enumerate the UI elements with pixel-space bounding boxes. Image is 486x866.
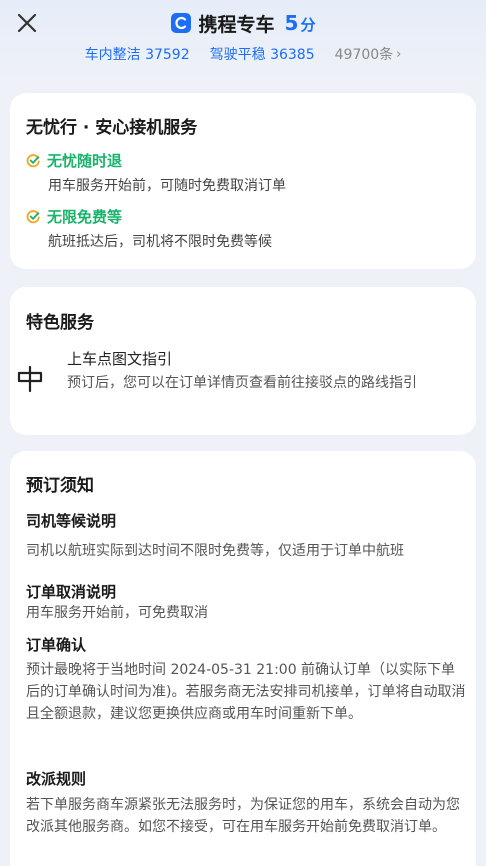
service-item-desc: 预订后，您可以在订单详情页查看前往接驳点的路线指引 bbox=[67, 375, 417, 391]
special-service-card: 特色服务 上车点图文指引 预订后，您可以在订单详情页查看前往接驳点的路线指引 bbox=[10, 287, 476, 435]
score-value: 5 bbox=[284, 11, 299, 35]
check-icon bbox=[26, 210, 40, 224]
notice-section-title: 司机等候说明 bbox=[26, 512, 117, 530]
notice-section-text: 用车服务开始前，可免费取消 bbox=[26, 605, 208, 621]
special-service-title: 特色服务 bbox=[26, 313, 94, 333]
rating-score: 5 分 bbox=[285, 11, 316, 35]
service-guarantee-card: 无忧行 · 安心接机服务 无忧随时退 用车服务开始前，可随时免费取消订单 无限免… bbox=[10, 93, 476, 269]
stat-smooth-driving: 驾驶平稳 36385 bbox=[209, 47, 315, 63]
notice-section-text: 若下单服务商车源紧张无法服务时，为保证您的用车，系统会自动为您改派其他服务商。如… bbox=[26, 797, 460, 835]
check-icon bbox=[26, 154, 40, 168]
feature-desc: 航班抵达后，司机将不限时免费等候 bbox=[48, 234, 272, 250]
title-row: 携程专车 5 分 bbox=[0, 8, 486, 38]
feature-free-wait: 无限免费等 航班抵达后，司机将不限时免费等候 bbox=[26, 206, 272, 251]
page-title: 携程专车 bbox=[198, 13, 275, 36]
feature-desc: 用车服务开始前，可随时免费取消订单 bbox=[48, 178, 286, 194]
brand-logo-icon bbox=[170, 13, 191, 33]
route-guide-icon bbox=[17, 365, 43, 393]
stat-cleanliness: 车内整洁 37592 bbox=[84, 47, 190, 63]
score-unit: 分 bbox=[300, 16, 316, 34]
notice-section-title: 订单确认 bbox=[26, 636, 87, 654]
notice-section-title: 改派规则 bbox=[26, 770, 87, 788]
header: 携程专车 5 分 车内整洁 37592 驾驶平稳 36385 49700条 › bbox=[0, 0, 486, 82]
review-count: 49700条 bbox=[334, 47, 394, 63]
notice-section-text: 司机以航班实际到达时间不限时免费等，仅适用于订单中航班 bbox=[26, 543, 404, 559]
review-count-link[interactable]: 49700条 › bbox=[335, 44, 402, 64]
booking-notice-card: 预订须知 司机等候说明 司机以航班实际到达时间不限时免费等，仅适用于订单中航班 … bbox=[10, 451, 476, 866]
feature-free-cancel: 无忧随时退 用车服务开始前，可随时免费取消订单 bbox=[26, 150, 286, 195]
feature-name: 无限免费等 bbox=[47, 208, 123, 226]
chevron-right-icon: › bbox=[396, 46, 402, 62]
stats-row: 车内整洁 37592 驾驶平稳 36385 49700条 › bbox=[0, 43, 486, 65]
notice-section-text: 预计最晚将于当地时间 2024-05-31 21:00 前确认订单（以实际下单后… bbox=[26, 662, 466, 722]
booking-notice-title: 预订须知 bbox=[26, 476, 94, 496]
feature-name: 无忧随时退 bbox=[47, 152, 123, 170]
service-item-name: 上车点图文指引 bbox=[67, 350, 173, 368]
notice-section-title: 订单取消说明 bbox=[26, 583, 117, 601]
service-guarantee-title: 无忧行 · 安心接机服务 bbox=[26, 118, 198, 138]
